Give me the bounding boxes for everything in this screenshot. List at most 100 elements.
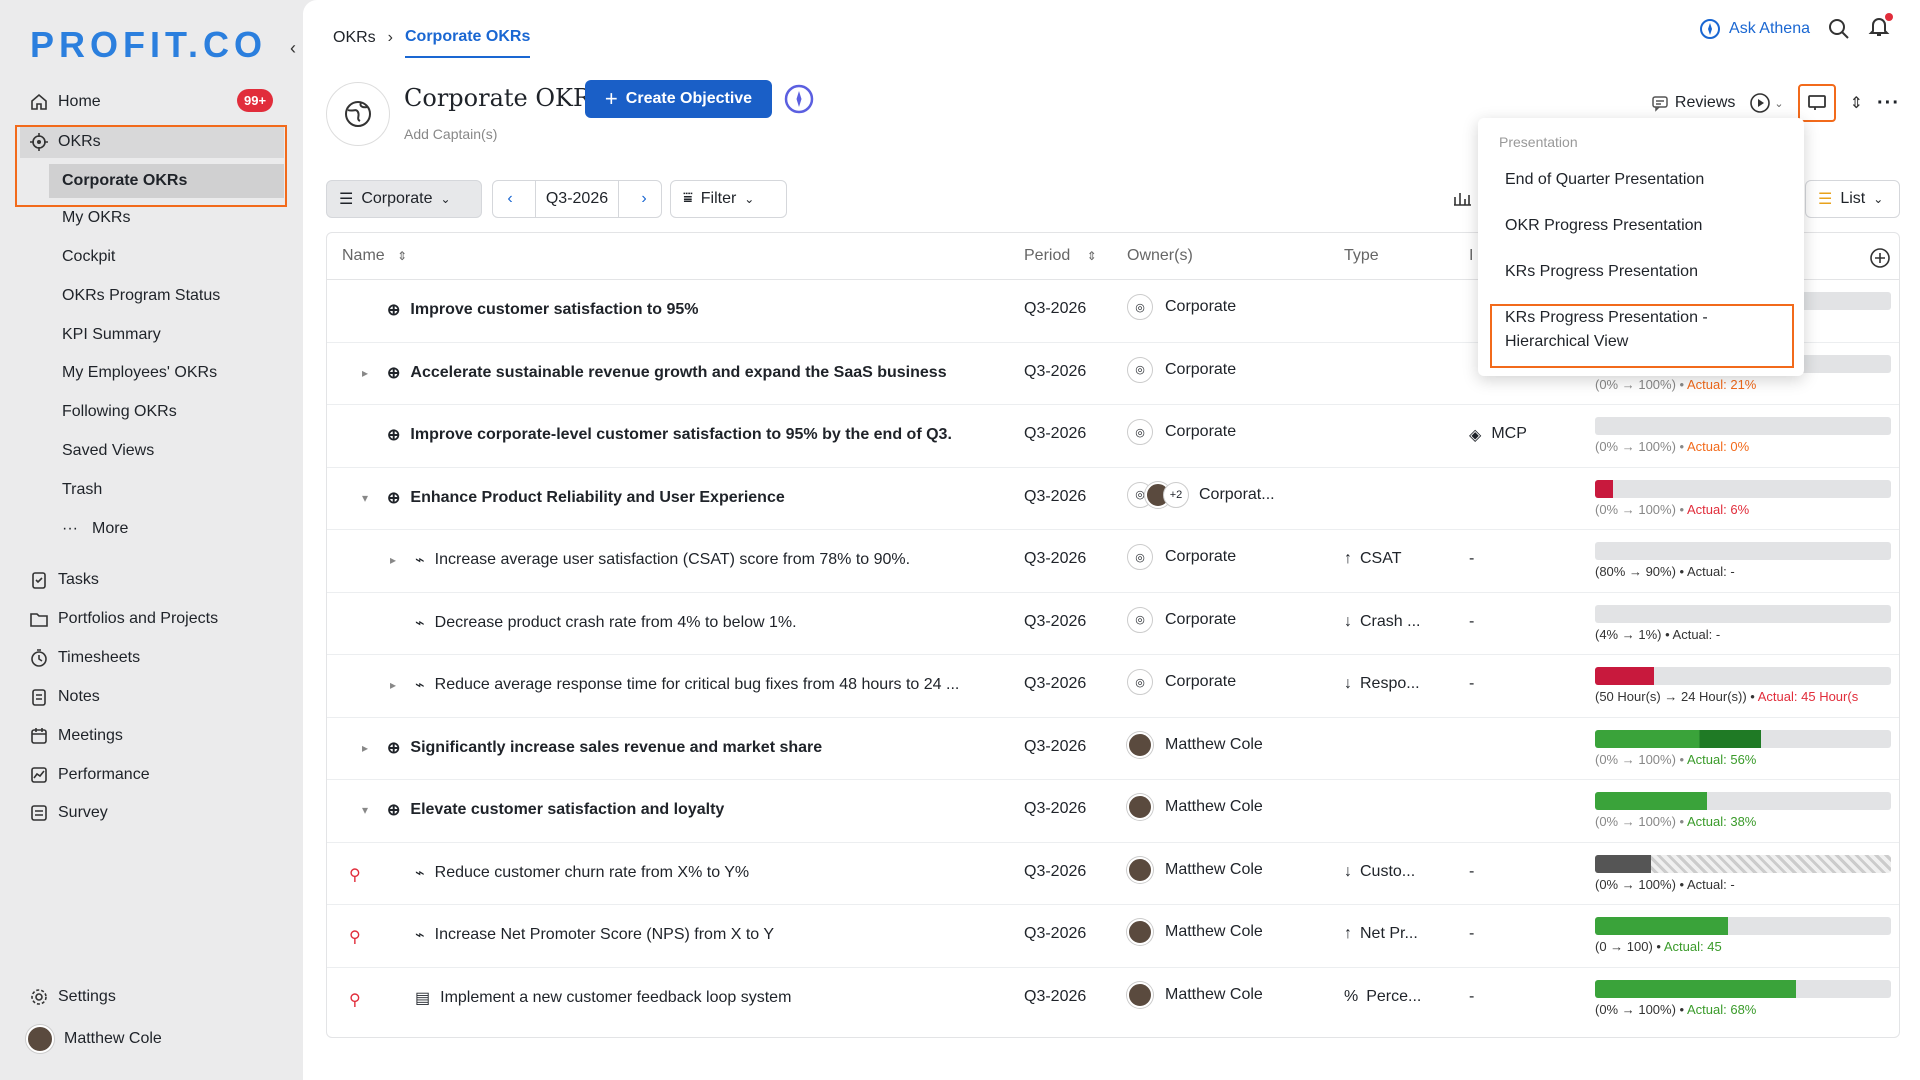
objective-icon: ⊕ (387, 427, 401, 444)
add-captains-link[interactable]: Add Captain(s) (404, 126, 497, 142)
expand-icon[interactable]: ▸ (390, 678, 402, 692)
table-row[interactable]: ▾ ⊕ Enhance Product Reliability and User … (327, 468, 1899, 530)
breadcrumb-okrs[interactable]: OKRs (333, 29, 376, 47)
filter-dropdown[interactable]: ⩸ Filter ⌄ (670, 180, 787, 218)
create-objective-button[interactable]: + Create Objective (585, 80, 772, 118)
table-row[interactable]: ⌁ Decrease product crash rate from 4% to … (327, 593, 1899, 655)
table-row[interactable]: ⚲ ▤ Implement a new customer feedback loo… (327, 968, 1899, 1031)
alert-flag-icon[interactable]: ⚲ (349, 990, 361, 1010)
sidebar-item-trash[interactable]: Trash (62, 475, 102, 505)
sidebar-item-program-status[interactable]: OKRs Program Status (62, 281, 220, 311)
globe-avatar: ◎ (1127, 544, 1153, 570)
key-result-icon: ⌁ (415, 927, 425, 944)
user-avatar (1127, 919, 1153, 945)
filter-icon: ⩸ (683, 190, 693, 207)
menu-item-krs-progress[interactable]: KRs Progress Presentation (1505, 263, 1698, 281)
sidebar-item-cockpit[interactable]: Cockpit (62, 242, 115, 272)
sidebar-item-portfolios[interactable]: Portfolios and Projects (29, 603, 218, 635)
survey-icon (31, 805, 47, 821)
view-dropdown[interactable]: ☰ List ⌄ (1805, 180, 1900, 218)
reviews-icon (1652, 96, 1668, 112)
more-options-icon[interactable]: ··· (1877, 92, 1900, 115)
column-i[interactable]: I (1469, 247, 1473, 265)
table-row[interactable]: ⊕ Improve corporate-level customer satisf… (327, 405, 1899, 468)
notifications-button[interactable] (1868, 13, 1893, 42)
chevron-down-icon: ⌄ (1873, 192, 1884, 206)
alert-flag-icon[interactable]: ⚲ (349, 927, 361, 947)
progress-bar (1595, 479, 1891, 498)
sidebar-item-notes[interactable]: Notes (29, 681, 100, 713)
progress-bar (1595, 542, 1891, 560)
table-row[interactable]: ▸ ⌁ Reduce average response time for crit… (327, 655, 1899, 718)
sidebar-item-more[interactable]: ··· More (62, 514, 128, 544)
breadcrumb-separator: › (387, 29, 393, 46)
alert-flag-icon[interactable]: ⚲ (349, 865, 361, 885)
column-period[interactable]: Period ⇕ (1024, 247, 1097, 265)
sidebar-item-my-okrs[interactable]: My OKRs (62, 203, 130, 233)
expand-icon[interactable]: ▸ (362, 741, 374, 755)
user-avatar (1127, 731, 1153, 758)
progress-bar (1595, 417, 1891, 435)
expand-icon[interactable]: ▸ (390, 553, 402, 567)
breadcrumb: OKRs › Corporate OKRs (333, 18, 531, 58)
globe-avatar: ◎ (1127, 606, 1153, 633)
column-type[interactable]: Type (1344, 247, 1379, 265)
sidebar-item-following-okrs[interactable]: Following OKRs (62, 397, 177, 427)
key-result-icon: ⌁ (415, 677, 425, 694)
expand-collapse-icon[interactable]: ⇕ (1850, 93, 1863, 113)
table-row[interactable]: ⚲ ⌁ Increase Net Promoter Score (NPS) fro… (327, 905, 1899, 968)
list-icon: ☰ (1818, 191, 1833, 208)
search-icon[interactable] (1828, 18, 1850, 40)
breadcrumb-corporate-okrs[interactable]: Corporate OKRs (405, 28, 531, 58)
table-row[interactable]: ▸ ⊕ Significantly increase sales revenue … (327, 718, 1899, 780)
sidebar-item-settings[interactable]: Settings (29, 981, 116, 1013)
sidebar-item-timesheets[interactable]: Timesheets (29, 642, 140, 674)
reviews-button[interactable]: Reviews (1651, 94, 1735, 112)
table-row[interactable]: ▸ ⌁ Increase average user satisfaction (C… (327, 530, 1899, 593)
chart-icon[interactable] (1452, 188, 1472, 208)
sidebar-item-survey[interactable]: Survey (29, 797, 108, 829)
sidebar-item-meetings[interactable]: Meetings (29, 720, 123, 752)
collapse-icon[interactable]: ▾ (362, 491, 374, 505)
menu-item-okr-progress[interactable]: OKR Progress Presentation (1505, 217, 1702, 235)
timer-icon (31, 649, 47, 667)
athena-icon (1700, 18, 1721, 39)
presentation-menu: Presentation End of Quarter Presentation… (1478, 118, 1804, 376)
add-column-icon[interactable] (1869, 247, 1891, 274)
collapse-sidebar-icon[interactable]: ‹ (290, 38, 296, 59)
sidebar-item-corporate-okrs[interactable]: Corporate OKRs (62, 166, 187, 196)
expand-icon[interactable]: ▸ (362, 366, 374, 380)
brand-logo[interactable]: PROFIT.CO (30, 24, 267, 66)
menu-item-end-of-quarter[interactable]: End of Quarter Presentation (1505, 171, 1704, 189)
user-avatar (1127, 856, 1153, 883)
globe-avatar: ◎ (1127, 356, 1153, 383)
objective-avatar (326, 82, 390, 146)
sidebar-item-tasks[interactable]: Tasks (29, 564, 99, 596)
collapse-icon[interactable]: ▾ (362, 803, 374, 817)
sidebar-item-employees-okrs[interactable]: My Employees' OKRs (62, 358, 217, 388)
table-row[interactable]: ▾ ⊕ Elevate customer satisfaction and loy… (327, 780, 1899, 843)
sidebar-item-saved-views[interactable]: Saved Views (62, 436, 154, 466)
sidebar-item-kpi-summary[interactable]: KPI Summary (62, 320, 161, 350)
prev-period-icon[interactable]: ‹ (493, 181, 527, 217)
ai-assist-icon[interactable] (784, 84, 814, 114)
folder-icon (30, 613, 48, 627)
column-owners[interactable]: Owner(s) (1127, 247, 1193, 265)
sidebar-item-performance[interactable]: Performance (29, 759, 150, 791)
scope-dropdown[interactable]: ☰ Corporate ⌄ (326, 180, 482, 218)
objective-icon: ⊕ (387, 802, 401, 819)
sidebar-user[interactable]: Matthew Cole (26, 1023, 162, 1055)
chevron-down-icon: ⌄ (1774, 97, 1784, 110)
sidebar-item-home[interactable]: Home (29, 86, 101, 118)
ask-athena-button[interactable]: Ask Athena (1699, 18, 1810, 40)
next-period-icon[interactable]: › (627, 181, 661, 217)
play-dropdown[interactable]: ⌄ (1749, 92, 1784, 114)
user-avatar (26, 1025, 54, 1053)
column-name[interactable]: Name ⇕ (342, 247, 407, 265)
presentation-button[interactable] (1797, 84, 1836, 122)
globe-avatar: ◎ (1127, 294, 1153, 320)
chevron-down-icon: ⌄ (744, 192, 755, 206)
table-row[interactable]: ⚲ ⌁ Reduce customer churn rate from X% to… (327, 843, 1899, 905)
menu-icon: ☰ (339, 191, 354, 208)
period-value[interactable]: Q3-2026 (535, 181, 619, 217)
